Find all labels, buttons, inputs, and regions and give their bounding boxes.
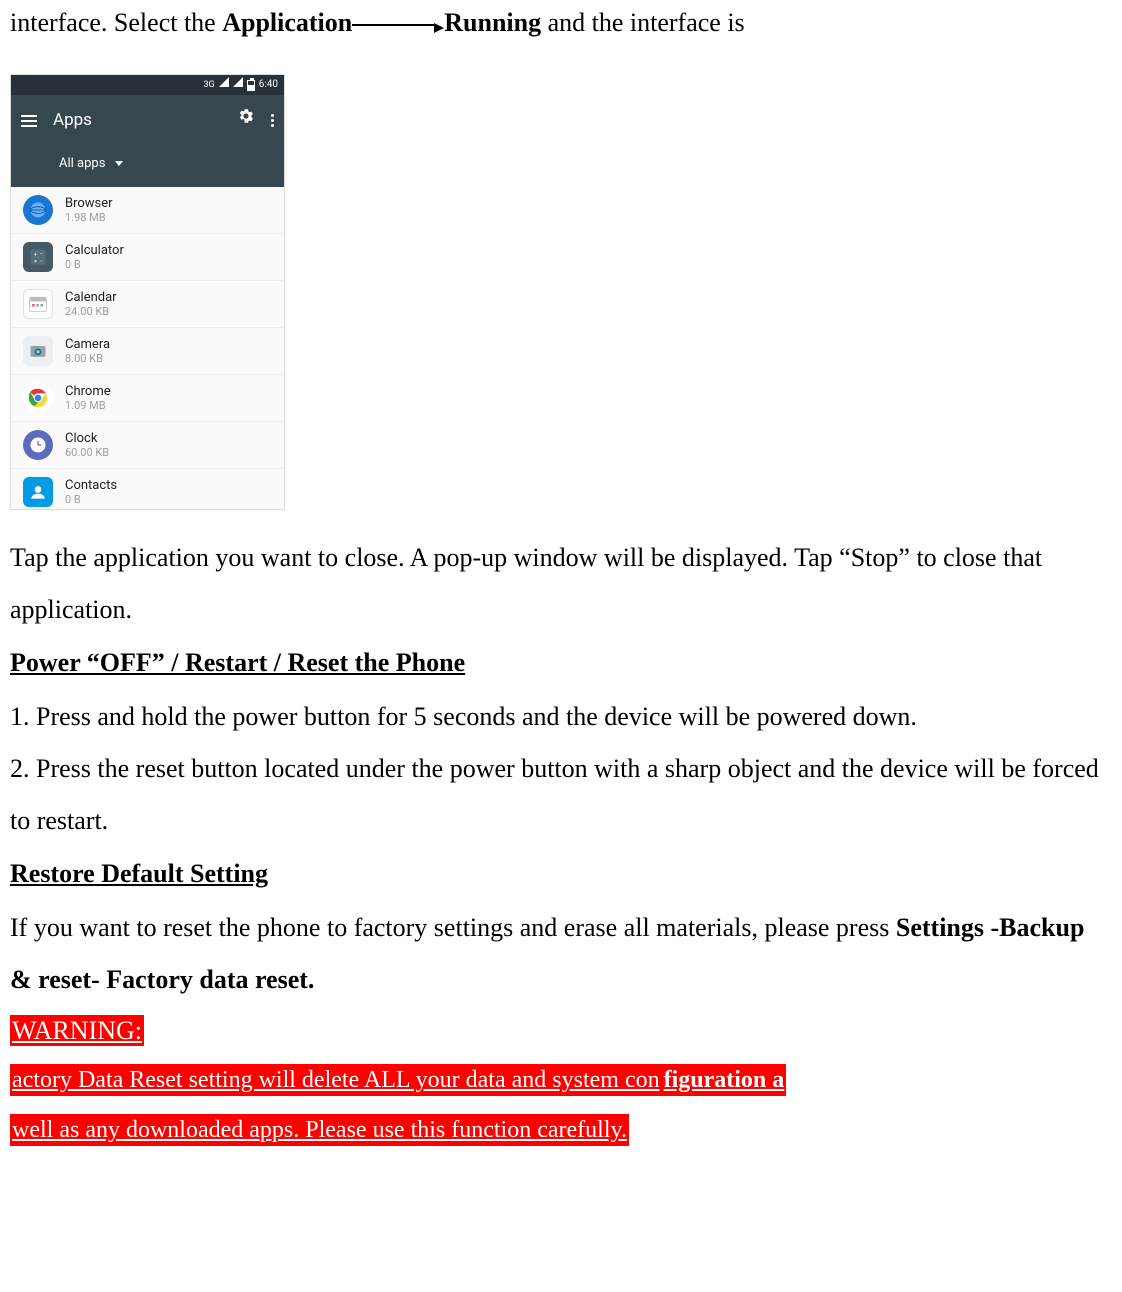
restore-prefix: If you want to reset the phone to factor… xyxy=(10,913,896,942)
intro-prefix: interface. Select the xyxy=(10,8,222,37)
browser-icon xyxy=(23,195,53,225)
filter-label: All apps xyxy=(59,152,105,175)
svg-text:=: = xyxy=(40,259,43,265)
warning-line-2: well as any downloaded apps. Please use … xyxy=(10,1108,1112,1154)
calendar-icon xyxy=(23,289,53,319)
network-label: 3G xyxy=(204,77,215,93)
page-title: Apps xyxy=(53,105,92,136)
intro-suffix: and the interface is xyxy=(541,8,745,37)
warning-label-line: WARNING: xyxy=(10,1010,1112,1054)
chrome-icon xyxy=(23,383,53,413)
overflow-icon[interactable] xyxy=(271,114,274,127)
app-size: 1.98 MB xyxy=(65,212,113,225)
warning-line1a: actory Data Reset setting will delete AL… xyxy=(10,1064,662,1096)
running-label: Running xyxy=(444,8,541,37)
signal-icon xyxy=(233,76,243,94)
list-item[interactable]: Chrome 1.09 MB xyxy=(11,375,284,422)
list-item[interactable]: Camera 8.00 KB xyxy=(11,328,284,375)
filter-dropdown[interactable]: All apps xyxy=(11,146,284,187)
warning-label: WARNING: xyxy=(10,1015,144,1046)
signal-icon xyxy=(219,76,229,94)
status-bar: 3G 6:40 xyxy=(11,75,284,95)
warning-line-1: actory Data Reset setting will delete AL… xyxy=(10,1058,1112,1104)
warning-line1b: figuration a xyxy=(662,1064,787,1096)
contacts-icon xyxy=(23,477,53,507)
list-item[interactable]: Contacts 0 B xyxy=(11,469,284,509)
app-name: Chrome xyxy=(65,385,111,400)
svg-text:×: × xyxy=(34,259,37,265)
power-step-2: 2. Press the reset button located under … xyxy=(10,743,1112,847)
power-step-1: 1. Press and hold the power button for 5… xyxy=(10,691,1112,743)
app-size: 8.00 KB xyxy=(65,353,110,366)
app-name: Calculator xyxy=(65,244,124,259)
apps-screenshot: 3G 6:40 Apps All apps xyxy=(10,74,285,510)
intro-line: interface. Select the Application Running… xyxy=(10,0,1112,48)
hamburger-icon[interactable] xyxy=(21,115,37,127)
gear-icon[interactable] xyxy=(237,105,255,136)
clock-time: 6:40 xyxy=(259,76,278,94)
power-heading: Power “OFF” / Restart / Reset the Phone xyxy=(10,640,1112,687)
app-size: 60.00 KB xyxy=(65,447,109,460)
app-name: Contacts xyxy=(65,479,117,494)
app-size: 0 B xyxy=(65,259,124,272)
restore-heading: Restore Default Setting xyxy=(10,851,1112,898)
list-item[interactable]: +−×= Calculator 0 B xyxy=(11,234,284,281)
app-name: Clock xyxy=(65,432,109,447)
app-size: 24.00 KB xyxy=(65,306,117,319)
clock-icon xyxy=(23,430,53,460)
app-name: Calendar xyxy=(65,291,117,306)
list-item[interactable]: Calendar 24.00 KB xyxy=(11,281,284,328)
tap-close-text: Tap the application you want to close. A… xyxy=(10,532,1112,636)
camera-icon xyxy=(23,336,53,366)
list-item[interactable]: Browser 1.98 MB xyxy=(11,187,284,234)
svg-text:−: − xyxy=(40,253,43,259)
calculator-icon: +−×= xyxy=(23,242,53,272)
app-name: Browser xyxy=(65,197,113,212)
application-label: Application xyxy=(222,8,352,37)
chevron-down-icon xyxy=(115,161,123,166)
battery-icon xyxy=(247,80,255,91)
app-name: Camera xyxy=(65,338,110,353)
arrow-icon xyxy=(352,2,444,49)
app-size: 1.09 MB xyxy=(65,400,111,413)
list-item[interactable]: Clock 60.00 KB xyxy=(11,422,284,469)
app-size: 0 B xyxy=(65,494,117,507)
restore-text: If you want to reset the phone to factor… xyxy=(10,902,1112,1006)
app-list: Browser 1.98 MB +−×= Calculator 0 B xyxy=(11,187,284,509)
app-bar: Apps xyxy=(11,95,284,146)
